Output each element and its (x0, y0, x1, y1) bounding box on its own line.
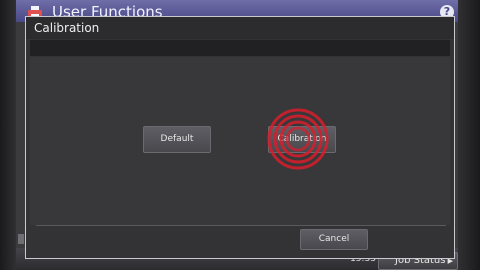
screen-bezel-right (458, 0, 480, 270)
calibration-button[interactable]: Calibration (268, 126, 336, 153)
dialog-divider (36, 225, 446, 226)
cancel-button[interactable]: Cancel (300, 229, 368, 250)
dialog-body (30, 57, 450, 225)
dialog-title: Calibration (26, 17, 454, 39)
dialog-message-bar (30, 40, 450, 56)
default-button[interactable]: Default (143, 126, 211, 153)
screen-bezel-left (0, 0, 16, 270)
calibration-dialog: Calibration Default Calibration Cancel (25, 16, 455, 259)
side-indicator (18, 234, 24, 244)
